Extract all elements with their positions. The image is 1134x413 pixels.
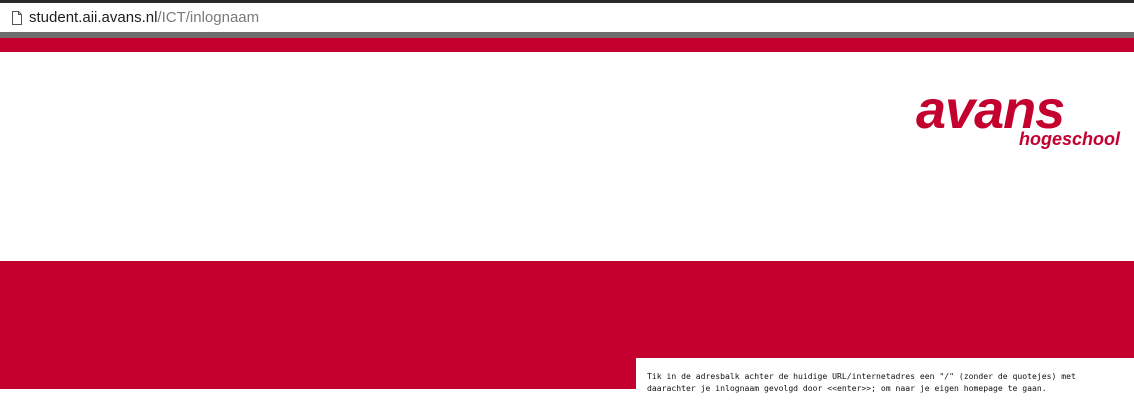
instructions-text: Tik in de adresbalk achter de huidige UR… — [647, 370, 1131, 394]
logo-tagline: hogeschool — [1019, 129, 1121, 149]
avans-hogeschool-logo: avans hogeschool — [916, 80, 1121, 149]
page-icon — [12, 11, 22, 25]
header-red-bar — [0, 38, 1134, 52]
url-host: student.aii.avans.nl — [29, 9, 158, 26]
url-path: /ICT/inlognaam — [157, 9, 260, 26]
url-text[interactable]: student.aii.avans.nl/ICT/inlognaam — [29, 3, 259, 32]
instructions-line-2: daarachter je inlognaam gevolgd door <<e… — [647, 383, 1047, 393]
instructions-line-1: Tik in de adresbalk achter de huidige UR… — [647, 371, 1076, 381]
instructions-box: Tik in de adresbalk achter de huidige UR… — [636, 358, 1134, 413]
address-bar[interactable]: student.aii.avans.nl/ICT/inlognaam — [0, 3, 1134, 32]
